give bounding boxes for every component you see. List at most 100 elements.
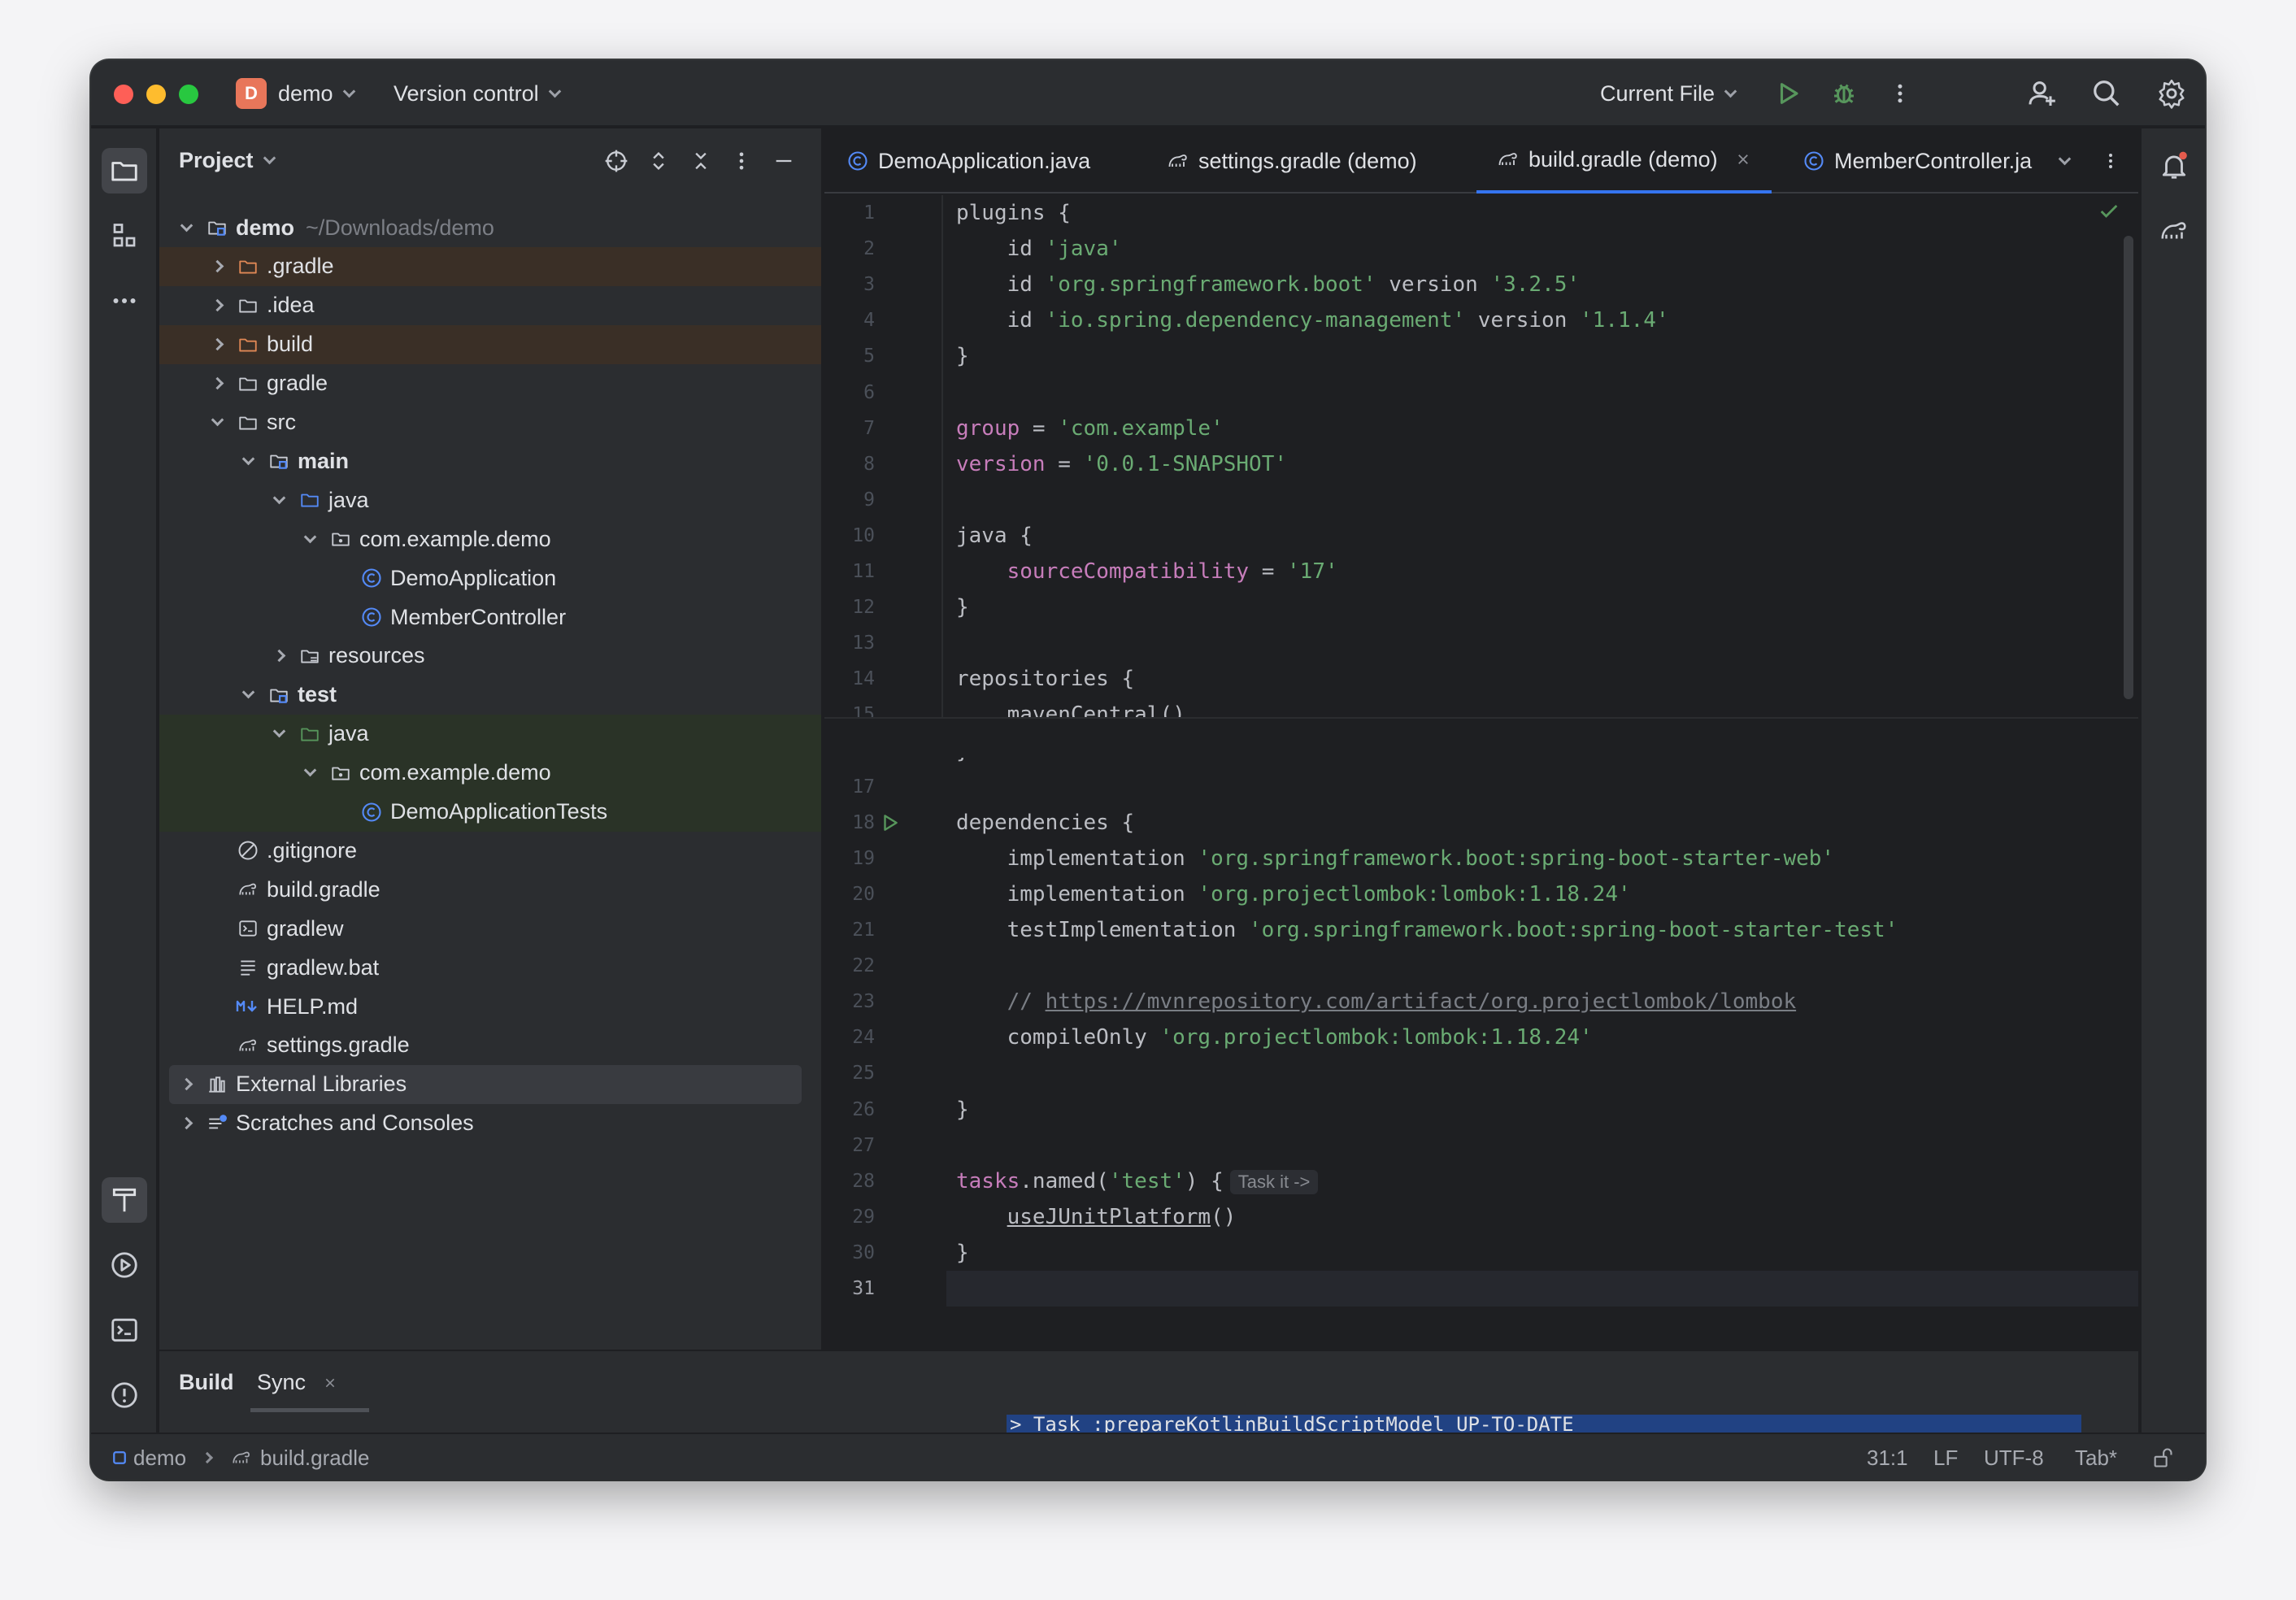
code-line[interactable]: plugins { [946,195,2138,231]
code-line[interactable]: version = '0.0.1-SNAPSHOT' [946,446,2138,482]
indent-setting[interactable]: Tab* [2075,1434,2117,1480]
tree-item[interactable]: .idea [159,286,821,325]
file-encoding[interactable]: UTF-8 [1984,1434,2044,1480]
settings-button[interactable] [2156,60,2187,127]
tree-item[interactable]: External Libraries [169,1064,802,1104]
debug-button[interactable] [1829,60,1859,127]
tree-item[interactable]: MemberController [159,598,821,637]
tab-demo-application[interactable]: DemoApplication.java [846,128,1090,193]
close-tab-icon[interactable] [324,1370,337,1395]
tree-item[interactable]: resources [159,637,821,676]
code-line[interactable]: useJUnitPlatform() [946,1199,2138,1235]
project-panel-title[interactable]: Project [179,148,276,173]
tree-item[interactable]: com.example.demo [159,753,821,793]
chevron-down-icon[interactable] [176,217,197,238]
chevron-down-icon[interactable] [207,412,228,433]
chevron-down-icon[interactable] [299,763,320,784]
breadcrumb-file[interactable]: build.gradle [229,1434,369,1480]
tree-item[interactable]: Scratches and Consoles [159,1104,821,1143]
code-line[interactable] [946,482,2138,518]
tree-item[interactable]: java [159,714,821,754]
code-editor[interactable]: 1234567891011121314151617181920212223242… [824,195,2138,1307]
tab-list-button[interactable] [2058,128,2072,193]
code-line[interactable]: // https://mvnrepository.com/artifact/or… [946,984,2138,1020]
code-line[interactable] [946,1055,2138,1091]
tree-item[interactable]: demo ~/Downloads/demo [159,208,821,247]
code-line[interactable]: implementation 'org.springframework.boot… [946,841,2138,876]
tab-options-button[interactable] [2101,128,2120,193]
breadcrumb-project[interactable]: demo [112,1434,186,1480]
code-line[interactable] [946,769,2138,805]
code-with-me-button[interactable] [2026,60,2059,127]
panel-options-button[interactable] [727,146,756,176]
chevron-right-icon[interactable] [268,646,289,667]
tree-item[interactable]: test [159,676,821,715]
tree-item[interactable]: com.example.demo [159,520,821,559]
tab-member-controller[interactable]: MemberController.ja [1802,128,2054,193]
code-line[interactable]: implementation 'org.projectlombok:lombok… [946,876,2138,912]
code-line[interactable] [946,1128,2138,1163]
code-line[interactable]: compileOnly 'org.projectlombok:lombok:1.… [946,1020,2138,1055]
chevron-down-icon[interactable] [237,685,259,706]
structure-tool-button[interactable] [102,213,147,259]
readonly-toggle[interactable] [2151,1434,2174,1480]
services-tool-button[interactable] [102,1242,147,1288]
hide-panel-button[interactable] [769,146,798,176]
code-line[interactable]: tasks.named('test') {Task it -> [946,1163,2138,1199]
tree-item[interactable]: build.gradle [159,870,821,909]
code-line[interactable]: testImplementation 'org.springframework.… [946,912,2138,948]
line-separator[interactable]: LF [1933,1434,1958,1480]
tree-item[interactable]: gradle [159,364,821,403]
tree-item[interactable]: gradlew [159,909,821,948]
tree-item[interactable]: .gitignore [159,831,821,870]
gutter-run-icon[interactable] [880,805,904,841]
tree-item[interactable]: DemoApplication [159,559,821,598]
code-line[interactable] [946,948,2138,984]
code-line[interactable]: id 'java' [946,231,2138,267]
chevron-down-icon[interactable] [299,528,320,550]
code-line[interactable]: dependencies { [946,805,2138,841]
tree-item[interactable]: DemoApplicationTests [159,792,821,832]
chevron-down-icon[interactable] [237,450,259,472]
problems-tool-button[interactable] [102,1372,147,1418]
run-button[interactable] [1775,60,1802,127]
tree-item[interactable]: settings.gradle [159,1026,821,1065]
tree-item[interactable]: .gradle [159,246,821,286]
chevron-down-icon[interactable] [268,724,289,745]
code-line[interactable]: } [946,1092,2138,1128]
locate-file-button[interactable] [602,146,631,176]
code-line[interactable]: id 'io.spring.dependency-management' ver… [946,302,2138,338]
editor-scrollbar[interactable] [2124,236,2133,699]
tree-item[interactable]: HELP.md [159,987,821,1026]
chevron-right-icon[interactable] [207,256,228,277]
tree-item[interactable]: src [159,403,821,442]
code-line[interactable] [946,625,2138,661]
gradle-panel-button[interactable] [2151,208,2197,254]
line-number-gutter[interactable]: 1234567891011121314151617181920212223242… [824,195,946,1307]
tree-item[interactable]: gradlew.bat [159,948,821,987]
code-area[interactable]: plugins { id 'java' id 'org.springframew… [946,195,2138,1307]
code-line[interactable]: id 'org.springframework.boot' version '3… [946,267,2138,302]
close-window-button[interactable] [114,85,133,104]
notifications-button[interactable] [2151,143,2197,189]
more-tools-button[interactable] [102,278,147,324]
terminal-tool-button[interactable] [102,1307,147,1353]
code-line[interactable]: } [946,1235,2138,1271]
maximize-window-button[interactable] [179,85,198,104]
chevron-right-icon[interactable] [176,1074,197,1095]
run-config-selector[interactable]: Current File [1600,60,1737,127]
project-tool-button[interactable] [102,148,147,193]
search-everywhere-button[interactable] [2091,60,2122,127]
code-line[interactable] [946,1271,2138,1307]
close-tab-icon[interactable] [1736,147,1750,172]
minimize-window-button[interactable] [146,85,166,104]
chevron-right-icon[interactable] [207,295,228,316]
tree-item[interactable]: main [159,441,821,480]
tab-build-gradle[interactable]: build.gradle (demo) [1476,128,1772,193]
chevron-right-icon[interactable] [176,1113,197,1134]
code-line[interactable]: } [946,589,2138,625]
gradle-tool-button[interactable] [102,1177,147,1223]
project-selector[interactable]: D demo [236,60,355,127]
code-line[interactable]: } [946,338,2138,374]
vcs-selector[interactable]: Version control [394,60,561,127]
